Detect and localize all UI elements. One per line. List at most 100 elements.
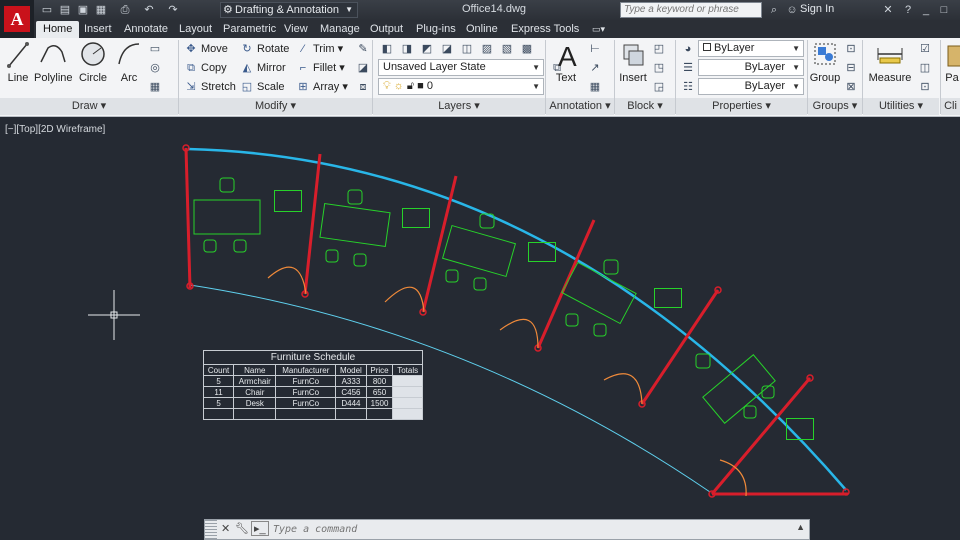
paste-tool[interactable]: Pa bbox=[944, 40, 960, 84]
point-style-icon[interactable]: ⊡ bbox=[916, 78, 934, 96]
tab-plug-ins[interactable]: Plug-ins bbox=[416, 21, 456, 38]
move-tool[interactable]: ✥ Move bbox=[184, 40, 228, 58]
save-icon[interactable]: ▣ bbox=[76, 3, 90, 17]
drawing-area[interactable]: [−][Top][2D Wireframe] Furniture Schedul… bbox=[0, 118, 960, 540]
stretch-tool[interactable]: ⇲ Stretch bbox=[184, 78, 235, 96]
annotation-panel-title[interactable]: Annotation ▾ bbox=[546, 98, 614, 115]
block-panel-title[interactable]: Block ▾ bbox=[615, 98, 675, 115]
layer-match-icon[interactable]: ◪ bbox=[438, 40, 456, 58]
rotate-tool[interactable]: ↻ Rotate bbox=[240, 40, 289, 58]
tab-view[interactable]: View bbox=[284, 21, 308, 38]
table-row: 11 Chair FurnCo C456 650 bbox=[202, 386, 423, 398]
group-edit-icon[interactable]: ⊟ bbox=[842, 59, 860, 77]
group-tool[interactable]: Group bbox=[809, 40, 841, 84]
circle-tool[interactable]: Circle bbox=[78, 40, 108, 84]
tab-parametric[interactable]: Parametric bbox=[223, 21, 276, 38]
copy-tool[interactable]: ⧉ Copy bbox=[184, 59, 227, 77]
groups-panel-title[interactable]: Groups ▾ bbox=[808, 98, 862, 115]
linetype-icon[interactable]: ☰ bbox=[679, 59, 697, 77]
fillet-tool[interactable]: ⌐ Fillet ▾ bbox=[296, 59, 345, 77]
block-attributes-icon[interactable]: ◲ bbox=[650, 78, 668, 96]
tab-manage[interactable]: Manage bbox=[320, 21, 360, 38]
furniture-schedule-table[interactable]: Furniture Schedule Count Name Manufactur… bbox=[202, 350, 423, 420]
rectangle-icon[interactable]: ▭ bbox=[146, 40, 164, 58]
layer-icon[interactable]: ◨ bbox=[398, 40, 416, 58]
open-folder-icon[interactable]: ▤ bbox=[58, 3, 72, 17]
application-menu-button[interactable]: A bbox=[0, 0, 34, 38]
erase-icon[interactable]: ✎ bbox=[354, 40, 372, 58]
command-line-grip[interactable] bbox=[205, 520, 217, 539]
tab-output[interactable]: Output bbox=[370, 21, 403, 38]
redo-icon[interactable]: ↷ bbox=[166, 3, 180, 17]
tab-express-tools[interactable]: Express Tools bbox=[511, 21, 579, 38]
armchair-4 bbox=[603, 259, 619, 275]
explode-icon[interactable]: ◪ bbox=[354, 59, 372, 77]
create-block-icon[interactable]: ◰ bbox=[650, 40, 668, 58]
command-prompt-icon[interactable]: ▸_ bbox=[251, 521, 269, 536]
layer-unisolate-icon[interactable]: ▧ bbox=[498, 40, 516, 58]
ribbon-options-icon[interactable]: ▭▾ bbox=[592, 21, 605, 38]
edit-block-icon[interactable]: ◳ bbox=[650, 59, 668, 77]
layer-state-dropdown[interactable]: Unsaved Layer State ▼ bbox=[378, 59, 544, 76]
save-as-icon[interactable]: ▦ bbox=[94, 3, 108, 17]
quick-select-icon[interactable]: ☑ bbox=[916, 40, 934, 58]
match-properties-icon[interactable]: ◕ bbox=[679, 40, 697, 58]
wrench-icon[interactable]: 🔧︎ bbox=[235, 522, 249, 535]
tab-layout[interactable]: Layout bbox=[179, 21, 212, 38]
layer-freeze-icon[interactable]: ▩ bbox=[518, 40, 536, 58]
close-icon[interactable]: ✕ bbox=[221, 522, 230, 535]
user-icon[interactable]: ☺ bbox=[784, 3, 800, 17]
tab-insert[interactable]: Insert bbox=[84, 21, 112, 38]
mirror-tool[interactable]: ◭ Mirror bbox=[240, 59, 286, 77]
tab-online[interactable]: Online bbox=[466, 21, 498, 38]
insert-block-tool[interactable]: Insert bbox=[618, 40, 648, 84]
array-tool[interactable]: ⊞ Array ▾ bbox=[296, 78, 347, 96]
undo-icon[interactable]: ↶ bbox=[142, 3, 156, 17]
layer-properties-icon[interactable]: ◧ bbox=[378, 40, 396, 58]
chevron-up-icon[interactable]: ▲ bbox=[796, 522, 805, 532]
maximize-icon[interactable]: □ bbox=[936, 3, 952, 17]
new-file-icon[interactable]: ▭ bbox=[40, 3, 54, 17]
workspace-dropdown[interactable]: ⚙ Drafting & Annotation ▼ bbox=[220, 2, 358, 18]
color-dropdown[interactable]: ByLayer ▼ bbox=[698, 40, 804, 57]
leader-icon[interactable]: ↗ bbox=[586, 59, 604, 77]
command-input[interactable] bbox=[273, 522, 803, 537]
scale-tool[interactable]: ◱ Scale bbox=[240, 78, 285, 96]
table-icon[interactable]: ▦ bbox=[586, 78, 604, 96]
select-all-icon[interactable]: ◫ bbox=[916, 59, 934, 77]
measure-tool[interactable]: Measure bbox=[866, 40, 914, 84]
layer-isolate-icon[interactable]: ▨ bbox=[478, 40, 496, 58]
lineweight-icon[interactable]: ☷ bbox=[679, 78, 697, 96]
exchange-icon[interactable]: ✕ bbox=[880, 3, 896, 17]
utilities-panel-title[interactable]: Utilities ▾ bbox=[863, 98, 939, 115]
current-layer-dropdown[interactable]: 💡︎ ☼ 🔓︎ ■ 0 ▼ bbox=[378, 78, 544, 95]
tab-home[interactable]: Home bbox=[36, 21, 80, 38]
linetype-dropdown[interactable]: ByLayer ▼ bbox=[698, 59, 804, 76]
layer-states-icon[interactable]: ◩ bbox=[418, 40, 436, 58]
polyline-tool[interactable]: Polyline bbox=[34, 40, 73, 84]
offset-icon[interactable]: ⧈ bbox=[354, 78, 372, 96]
text-tool[interactable]: A Text bbox=[551, 40, 581, 84]
print-icon[interactable]: ⎙ bbox=[118, 3, 132, 17]
help-search-input[interactable]: Type a keyword or phrase bbox=[620, 2, 762, 18]
line-tool[interactable]: Line bbox=[4, 40, 32, 84]
help-icon[interactable]: ? bbox=[900, 3, 916, 17]
lineweight-dropdown[interactable]: ByLayer ▼ bbox=[698, 78, 804, 95]
dimension-icon[interactable]: ⊢ bbox=[586, 40, 604, 58]
ellipse-icon[interactable]: ◎ bbox=[146, 59, 164, 77]
trim-tool[interactable]: ⁄ Trim ▾ bbox=[296, 40, 343, 58]
modify-panel-title[interactable]: Modify ▾ bbox=[179, 98, 372, 115]
minimize-icon[interactable]: _ bbox=[918, 3, 934, 17]
layer-previous-icon[interactable]: ◫ bbox=[458, 40, 476, 58]
sign-in-link[interactable]: Sign In bbox=[800, 3, 834, 15]
arc-tool[interactable]: Arc bbox=[115, 40, 143, 84]
layers-panel-title[interactable]: Layers ▾ bbox=[373, 98, 545, 115]
tab-annotate[interactable]: Annotate bbox=[124, 21, 168, 38]
group-select-icon[interactable]: ⊠ bbox=[842, 78, 860, 96]
hatch-icon[interactable]: ▦ bbox=[146, 78, 164, 96]
properties-panel-title[interactable]: Properties ▾ bbox=[676, 98, 807, 115]
search-icon[interactable]: ⌕ bbox=[766, 3, 782, 17]
draw-panel-title[interactable]: Draw ▾ bbox=[0, 98, 178, 115]
ungroup-icon[interactable]: ⊡ bbox=[842, 40, 860, 58]
clipboard-panel-title[interactable]: Cli bbox=[941, 98, 960, 115]
